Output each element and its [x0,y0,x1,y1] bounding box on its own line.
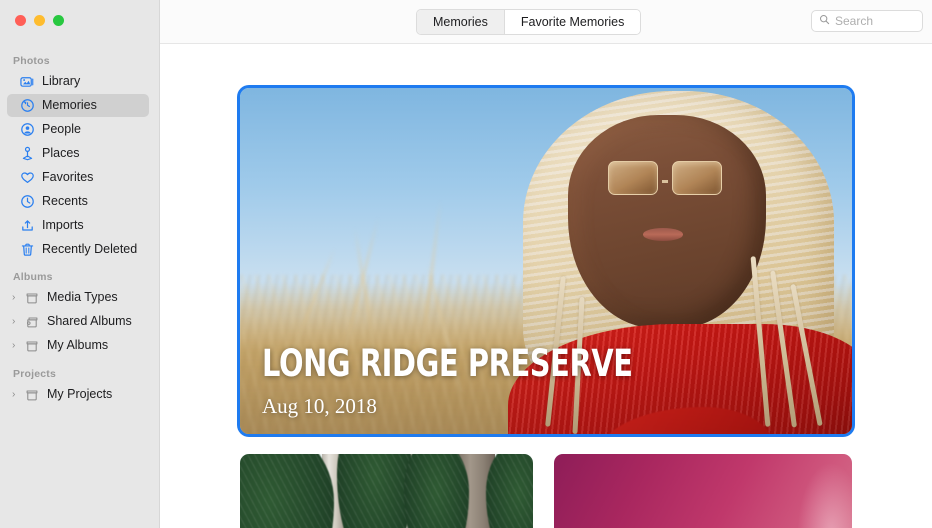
minimize-window-button[interactable] [34,15,45,26]
needle-texture [336,454,413,528]
memory-card-forest[interactable] [240,454,533,528]
map-pin-icon [19,146,35,162]
tab-favorite-memories[interactable]: Favorite Memories [503,10,641,34]
heart-icon [19,170,35,186]
face [568,115,766,328]
shared-album-icon [24,314,40,330]
album-box-icon [24,290,40,306]
sidebar-item-label: Memories [42,98,97,113]
sidebar-item-my-projects[interactable]: › My Projects [7,383,149,406]
sidebar: Photos Library Memories People Places Fa… [0,0,160,528]
memory-card-long-ridge-preserve[interactable]: LONG RIDGE PRESERVE Aug 10, 2018 [240,88,852,434]
sidebar-item-memories[interactable]: Memories [7,94,149,117]
album-box-icon [24,338,40,354]
album-box-icon [24,387,40,403]
conifer-tree [404,454,469,528]
sidebar-item-recents[interactable]: Recents [7,190,149,213]
sidebar-section-header-projects: Projects [13,368,57,380]
sidebar-item-people[interactable]: People [7,118,149,141]
sidebar-list-projects: › My Projects [0,383,160,407]
maximize-window-button[interactable] [53,15,64,26]
sidebar-item-label: My Projects [47,387,113,402]
conifer-tree [336,454,413,528]
sidebar-item-label: Media Types [47,290,118,305]
conifer-tree [240,454,334,528]
memory-title: LONG RIDGE PRESERVE [262,342,633,385]
trash-icon [19,242,35,258]
search-placeholder: Search [835,14,874,28]
sidebar-section-header-albums: Albums [13,271,53,283]
sidebar-item-library[interactable]: Library [7,70,149,93]
sidebar-item-favorites[interactable]: Favorites [7,166,149,189]
sidebar-item-my-albums[interactable]: › My Albums [7,334,149,357]
light-glow [798,463,852,528]
sidebar-item-shared-albums[interactable]: › Shared Albums [7,310,149,333]
conifer-tree [486,454,533,528]
sidebar-item-label: Recents [42,194,88,209]
lens-left [607,161,659,195]
sidebar-list-albums: › Media Types › Shared Albums › My Album… [0,286,160,358]
person-circle-icon [19,122,35,138]
view-segmented-control[interactable]: Memories Favorite Memories [416,9,642,35]
toolbar: Memories Favorite Memories Search [160,0,932,44]
photos-library-icon [19,74,35,90]
clock-icon [19,194,35,210]
lips [643,227,683,241]
sidebar-item-label: Favorites [42,170,94,185]
chevron-right-icon[interactable]: › [12,316,21,327]
sidebar-item-label: Places [42,146,80,161]
glasses-bridge [661,180,669,183]
memory-date: Aug 10, 2018 [262,394,377,418]
import-arrow-icon [19,218,35,234]
memories-icon [19,98,35,114]
sidebar-list-photos: Library Memories People Places Favorites… [0,70,160,262]
sunglasses-icon [607,161,723,195]
sidebar-item-label: People [42,122,81,137]
needle-texture [240,454,334,528]
search-input[interactable]: Search [811,10,923,32]
sidebar-item-places[interactable]: Places [7,142,149,165]
sidebar-item-label: My Albums [47,338,109,353]
window-controls [15,15,64,26]
sidebar-item-label: Imports [42,218,84,233]
memory-photo [240,454,533,528]
needle-texture [404,454,469,528]
tab-memories[interactable]: Memories [417,10,504,34]
memory-photo [554,454,852,528]
search-icon [819,12,830,30]
chevron-right-icon[interactable]: › [12,292,21,303]
sidebar-item-recently-deleted[interactable]: Recently Deleted [7,238,149,261]
sidebar-item-media-types[interactable]: › Media Types [7,286,149,309]
sidebar-item-label: Shared Albums [47,314,132,329]
memory-photo: LONG RIDGE PRESERVE Aug 10, 2018 [240,88,852,434]
chevron-right-icon[interactable]: › [12,389,21,400]
sidebar-item-label: Library [42,74,81,89]
chevron-right-icon[interactable]: › [12,340,21,351]
needle-texture [486,454,533,528]
memory-card-pink[interactable] [554,454,852,528]
memories-grid[interactable]: LONG RIDGE PRESERVE Aug 10, 2018 [160,44,932,528]
lens-right [671,161,723,195]
sidebar-item-label: Recently Deleted [42,242,138,257]
sidebar-section-header-photos: Photos [13,55,50,67]
photos-app-window: Photos Library Memories People Places Fa… [0,0,932,528]
close-window-button[interactable] [15,15,26,26]
sidebar-item-imports[interactable]: Imports [7,214,149,237]
